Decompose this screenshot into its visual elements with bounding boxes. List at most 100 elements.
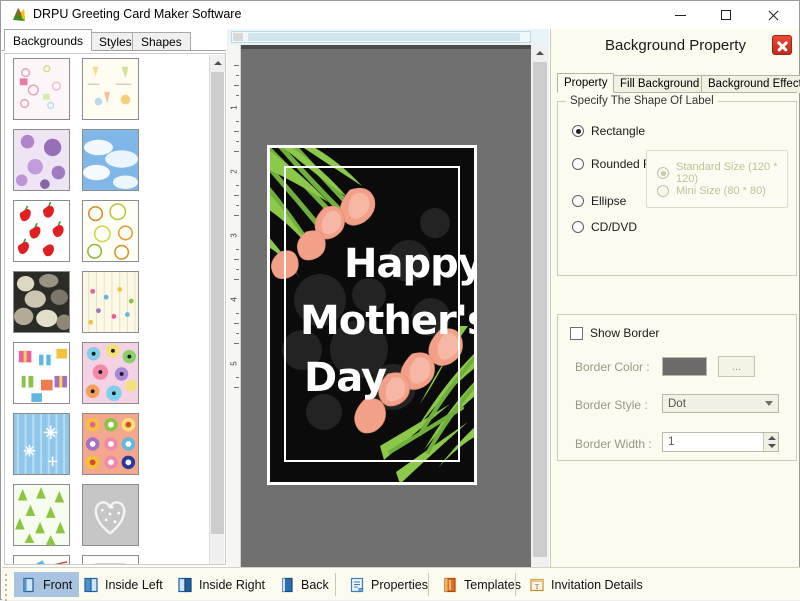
minimize-button[interactable] xyxy=(657,1,703,29)
ruler-mark: 4 xyxy=(230,294,239,306)
list-item[interactable] xyxy=(82,413,139,475)
radio-indicator xyxy=(572,221,584,233)
radio-ellipse[interactable]: Ellipse xyxy=(572,194,626,208)
chevron-down-icon xyxy=(765,401,773,406)
scrollbar-thumb-horizontal[interactable] xyxy=(248,33,520,41)
background-list-scrollbar[interactable] xyxy=(209,55,224,565)
background-property-panel: Background Property Property Fill Backgr… xyxy=(550,29,799,567)
cd-size-subgroup: Standard Size (120 * 120) Mini Size (80 … xyxy=(646,150,788,208)
maximize-icon xyxy=(721,10,731,20)
border-width-label: Border Width : xyxy=(575,437,652,451)
radio-label: Standard Size (120 * 120) xyxy=(676,161,787,185)
caret-up-icon xyxy=(214,61,222,65)
tab-shapes[interactable]: Shapes xyxy=(132,32,191,51)
property-tab-strip: Property Fill Background Background Effe… xyxy=(557,73,797,93)
tab-fill-background[interactable]: Fill Background xyxy=(613,75,706,93)
list-item[interactable] xyxy=(82,129,139,191)
background-thumbnail-list[interactable] xyxy=(4,53,226,565)
tab-background-effects[interactable]: Background Effects xyxy=(701,75,800,93)
toolbar-item-inside-right[interactable]: Inside Right xyxy=(170,572,272,597)
list-item[interactable] xyxy=(13,58,70,120)
toolbar-item-front[interactable]: Front xyxy=(14,572,79,597)
caret-up-icon[interactable] xyxy=(768,436,776,440)
toolbar-grip[interactable] xyxy=(5,574,8,596)
canvas-panel: 1 2 3 4 5 xyxy=(227,29,549,567)
list-item[interactable] xyxy=(82,555,139,565)
ruler-mark: 2 xyxy=(230,166,239,178)
toolbar-item-inside-left[interactable]: Inside Left xyxy=(76,572,170,597)
ruler-mark: 3 xyxy=(230,230,239,242)
bottom-toolbar: Front Inside Left Inside Right Back xyxy=(2,567,800,600)
radio-rectangle[interactable]: Rectangle xyxy=(572,124,645,138)
list-item[interactable] xyxy=(13,484,70,546)
caret-up-icon xyxy=(536,51,544,55)
scrollbar-thumb-vertical[interactable] xyxy=(533,62,547,557)
vertical-ruler: 1 2 3 4 5 xyxy=(227,45,241,567)
border-color-label: Border Color : xyxy=(575,360,650,374)
list-item[interactable] xyxy=(82,342,139,404)
templates-icon xyxy=(442,577,458,593)
ruler-mark: 1 xyxy=(230,102,239,114)
border-color-picker-button[interactable]: ... xyxy=(718,356,755,377)
greeting-card-preview[interactable]: Happy Mother's Day xyxy=(267,145,477,485)
radio-indicator xyxy=(657,167,669,179)
radio-label: Rectangle xyxy=(591,124,645,138)
tab-property[interactable]: Property xyxy=(557,73,614,93)
card-inside-left-icon xyxy=(83,577,99,593)
toolbar-item-back[interactable]: Back xyxy=(272,572,336,597)
caret-down-icon[interactable] xyxy=(768,444,776,448)
svg-text:T: T xyxy=(535,583,540,591)
list-item[interactable] xyxy=(82,200,139,262)
list-item[interactable] xyxy=(82,484,139,546)
toolbar-item-invitation-details[interactable]: T Invitation Details xyxy=(522,572,650,597)
radio-label: Mini Size (80 * 80) xyxy=(676,185,766,197)
list-item[interactable] xyxy=(13,200,70,262)
greeting-line-3: Day xyxy=(282,350,472,407)
maximize-button[interactable] xyxy=(703,1,749,29)
card-front-icon xyxy=(21,577,37,593)
show-border-checkbox[interactable]: Show Border xyxy=(570,326,659,340)
border-style-value: Dot xyxy=(668,398,686,410)
panel-close-button[interactable] xyxy=(772,35,792,55)
list-item[interactable] xyxy=(13,555,70,565)
border-style-select[interactable]: Dot xyxy=(662,394,779,413)
radio-cd-dvd[interactable]: CD/DVD xyxy=(572,220,637,234)
radio-label: CD/DVD xyxy=(591,220,637,234)
left-panel: Backgrounds Styles Shapes xyxy=(2,29,226,567)
title-bar: DRPU Greeting Card Maker Software xyxy=(1,1,799,29)
radio-indicator xyxy=(572,125,584,137)
scroll-left-button[interactable] xyxy=(233,33,243,41)
scroll-up-button[interactable] xyxy=(532,45,548,61)
window-close-button[interactable] xyxy=(749,1,795,29)
radio-label: Ellipse xyxy=(591,194,626,208)
close-icon xyxy=(777,40,788,51)
card-canvas[interactable]: Happy Mother's Day xyxy=(241,45,531,567)
list-item[interactable] xyxy=(82,58,139,120)
radio-indicator xyxy=(657,185,669,197)
tab-backgrounds[interactable]: Backgrounds xyxy=(4,29,92,51)
border-group: Show Border Border Color : ... Border St… xyxy=(557,314,797,461)
card-inside-right-icon xyxy=(177,577,193,593)
toolbar-item-label: Inside Left xyxy=(105,578,163,592)
border-width-stepper[interactable]: 1 xyxy=(662,432,779,452)
list-item[interactable] xyxy=(82,271,139,333)
greeting-line-1: Happy xyxy=(282,236,472,293)
application-window: DRPU Greeting Card Maker Software Backgr… xyxy=(0,0,800,600)
scroll-up-button[interactable] xyxy=(210,55,225,71)
list-item[interactable] xyxy=(13,342,70,404)
close-icon xyxy=(767,10,778,21)
toolbar-item-label: Inside Right xyxy=(199,578,265,592)
canvas-horizontal-scrollbar[interactable] xyxy=(231,31,531,43)
border-color-swatch[interactable] xyxy=(662,357,707,376)
thumbnail-grid xyxy=(5,54,210,565)
list-item[interactable] xyxy=(13,271,70,333)
stepper-buttons[interactable] xyxy=(763,433,778,451)
canvas-vertical-scrollbar[interactable] xyxy=(532,45,548,567)
border-style-label: Border Style : xyxy=(575,398,648,412)
scrollbar-thumb[interactable] xyxy=(211,72,224,534)
card-greeting-text[interactable]: Happy Mother's Day xyxy=(282,236,472,406)
list-item[interactable] xyxy=(13,129,70,191)
list-item[interactable] xyxy=(13,413,70,475)
checkbox-indicator xyxy=(570,327,583,340)
toolbar-item-properties[interactable]: Properties xyxy=(342,572,435,597)
